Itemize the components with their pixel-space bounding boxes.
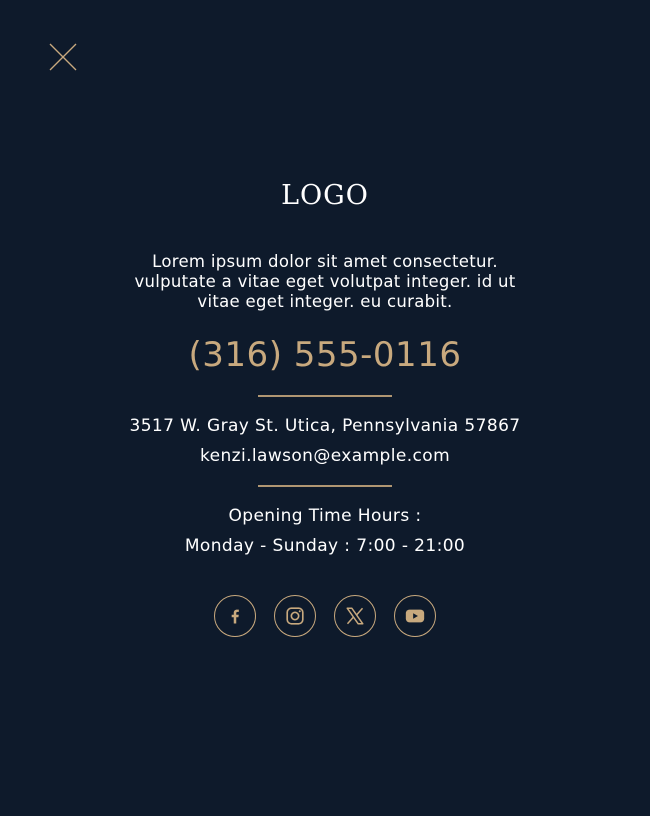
opening-hours-value: Monday - Sunday : 7:00 - 21:00 [184, 536, 466, 556]
address-text: 3517 W. Gray St. Utica, Pennsylvania 578… [129, 416, 521, 436]
divider [258, 395, 392, 397]
social-links [0, 595, 650, 637]
phone-number[interactable]: (316) 555-0116 [0, 333, 650, 377]
description-text: Lorem ipsum dolor sit amet consectetur. … [134, 252, 516, 311]
facebook-icon [231, 609, 239, 624]
x-button[interactable] [334, 595, 376, 637]
opening-hours-title: Opening Time Hours : [228, 506, 422, 526]
divider [258, 485, 392, 487]
youtube-button[interactable] [394, 595, 436, 637]
instagram-button[interactable] [274, 595, 316, 637]
close-button[interactable] [48, 42, 78, 72]
close-icon [49, 43, 77, 71]
youtube-icon [405, 609, 425, 623]
x-icon [346, 607, 364, 625]
instagram-icon [286, 607, 304, 625]
email-link[interactable]: kenzi.lawson@example.com [0, 445, 650, 467]
facebook-button[interactable] [214, 595, 256, 637]
logo[interactable]: LOGO [0, 176, 650, 216]
